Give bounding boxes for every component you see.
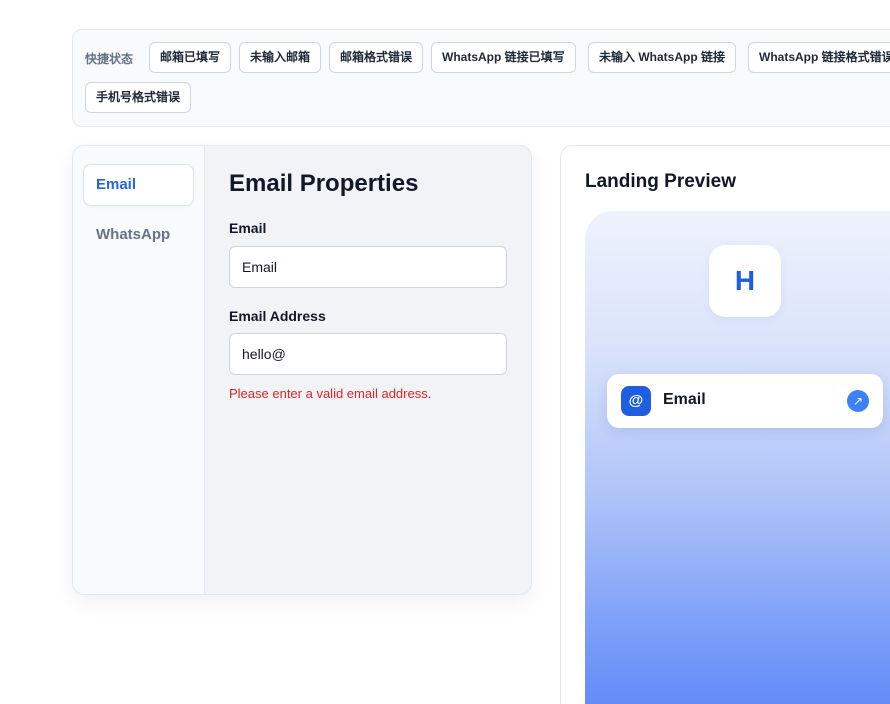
editor-title: Email Properties bbox=[229, 170, 419, 197]
quick-status-label: 快捷状态 bbox=[85, 52, 134, 66]
email-address-error: Please enter a valid email address. bbox=[229, 386, 432, 401]
chip-email-empty[interactable]: 未输入邮箱 bbox=[239, 42, 322, 73]
landing-preview-canvas: H @ Email ↗ bbox=[585, 211, 890, 704]
email-address-input[interactable] bbox=[229, 333, 507, 375]
editor-panel: Email WhatsApp Email Properties Email Em… bbox=[72, 145, 532, 595]
email-label-input[interactable] bbox=[229, 246, 507, 288]
editor-sidebar: Email WhatsApp bbox=[73, 146, 205, 594]
chip-whatsapp-empty[interactable]: 未输入 WhatsApp 链接 bbox=[588, 42, 736, 73]
email-label-label: Email bbox=[229, 220, 267, 236]
email-address-label: Email Address bbox=[229, 308, 326, 324]
chip-whatsapp-filled[interactable]: WhatsApp 链接已填写 bbox=[431, 42, 576, 73]
chip-phone-invalid[interactable]: 手机号格式错误 bbox=[85, 82, 192, 113]
preview-panel: Landing Preview H @ Email ↗ bbox=[560, 145, 890, 704]
link-label: Email bbox=[663, 391, 706, 408]
chip-email-filled[interactable]: 邮箱已填写 bbox=[149, 42, 232, 73]
editor-form: Email Properties Email Email Address Ple… bbox=[229, 146, 509, 594]
preview-title: Landing Preview bbox=[585, 171, 736, 192]
email-link-card[interactable]: @ Email ↗ bbox=[607, 374, 883, 428]
tab-whatsapp[interactable]: WhatsApp bbox=[83, 214, 194, 256]
tab-email[interactable]: Email bbox=[83, 164, 194, 206]
avatar: H bbox=[709, 245, 781, 317]
chip-whatsapp-invalid[interactable]: WhatsApp 链接格式错误 bbox=[748, 42, 890, 73]
chip-email-invalid[interactable]: 邮箱格式错误 bbox=[329, 42, 424, 73]
at-icon: @ bbox=[621, 386, 651, 416]
external-link-icon[interactable]: ↗ bbox=[847, 390, 869, 412]
quick-status-bar: 快捷状态 邮箱已填写 未输入邮箱 邮箱格式错误 WhatsApp 链接已填写 未… bbox=[72, 29, 890, 127]
